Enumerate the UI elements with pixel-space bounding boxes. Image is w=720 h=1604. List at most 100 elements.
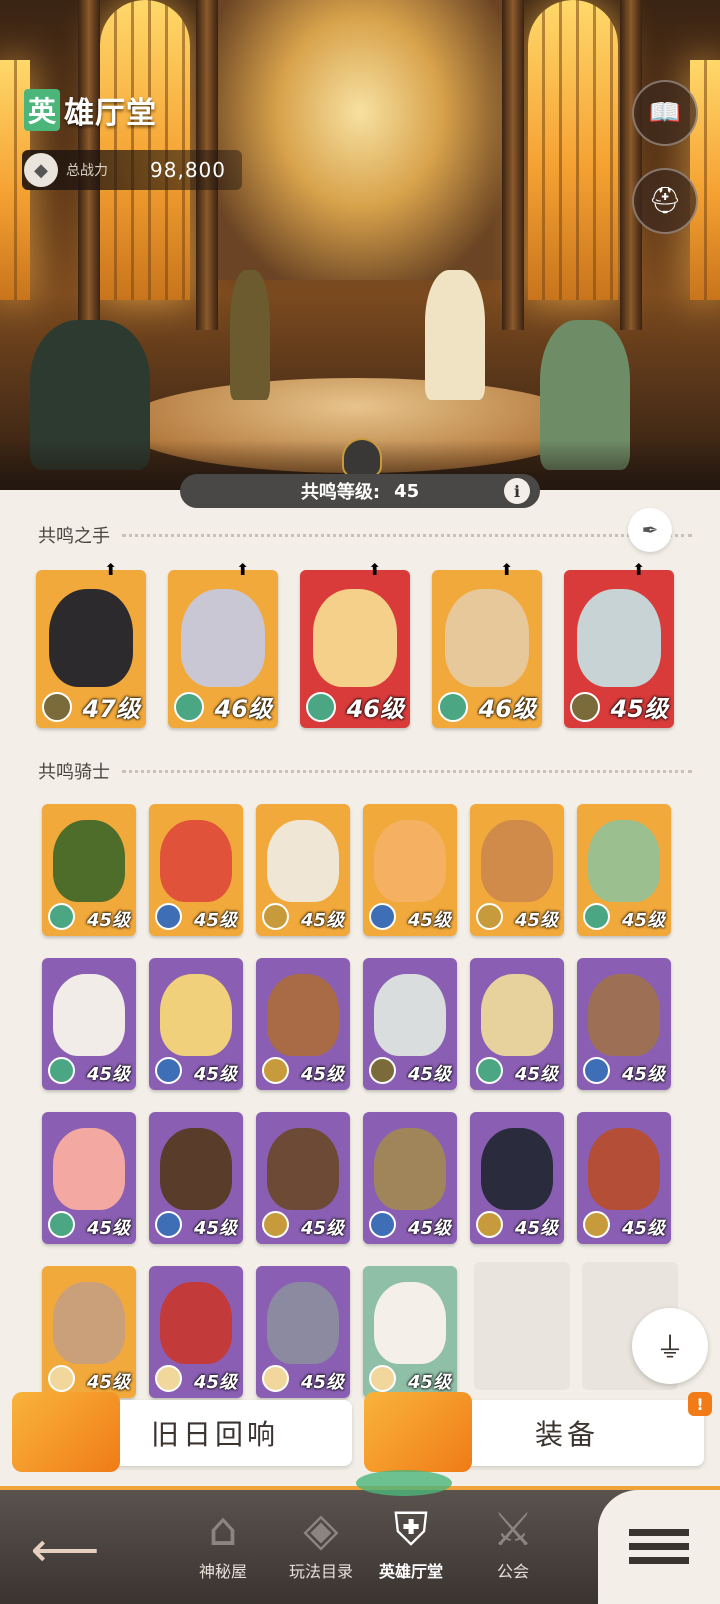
hero-card[interactable]: 45级 xyxy=(256,958,350,1090)
nav-label: 神秘屋 xyxy=(198,1562,247,1581)
section-divider xyxy=(122,769,692,773)
hero-card[interactable]: 47级 xyxy=(36,570,146,728)
menu-icon xyxy=(629,1529,689,1565)
nav-item-guild[interactable]: ⚔ 公会 xyxy=(458,1500,568,1600)
hero-card[interactable]: 45级 xyxy=(577,1112,671,1244)
hero-level: 45级 xyxy=(300,1372,344,1393)
stained-glass-heroes xyxy=(215,0,505,280)
hero-card[interactable]: 45级 xyxy=(470,1112,564,1244)
hero-portrait xyxy=(374,1281,446,1364)
hero-portrait xyxy=(53,1281,125,1364)
hero-portrait xyxy=(160,1281,232,1364)
faction-icon xyxy=(155,1057,182,1084)
nav-item-mystery-house[interactable]: ⌂ 神秘屋 xyxy=(168,1500,278,1600)
hero-card[interactable]: 45级 xyxy=(42,804,136,936)
hero-hall-icon: ⛨ xyxy=(393,1502,429,1556)
hero-card[interactable]: 45级 xyxy=(363,1112,457,1244)
hero-level: 45级 xyxy=(514,1218,558,1239)
mystery-house-icon: ⌂ xyxy=(208,1502,238,1556)
nav-label: 英雄厅堂 xyxy=(378,1562,443,1581)
bottom-nav: ⟵ ⌂ 神秘屋 ◈ 玩法目录 ⛨ 英雄厅堂 ⚔ 公会 xyxy=(0,1470,720,1604)
hero-card[interactable]: 45级 xyxy=(42,958,136,1090)
hero-portrait xyxy=(374,973,446,1056)
hero-level: 46级 xyxy=(214,695,272,723)
journal-button[interactable]: 📖 xyxy=(632,80,698,146)
hero-level: 45级 xyxy=(300,910,344,931)
stained-window-right-edge xyxy=(690,60,720,300)
total-power-label: 总战力 xyxy=(66,163,108,179)
hero-card[interactable]: 45级 xyxy=(149,958,243,1090)
level-up-arrow-icon[interactable]: ⬆ xyxy=(368,560,381,579)
hero-level: 45级 xyxy=(621,910,665,931)
hero-card[interactable]: 46级 xyxy=(168,570,278,728)
hero-card[interactable]: 45级 xyxy=(256,1266,350,1398)
hero-card[interactable]: 45级 xyxy=(577,804,671,936)
level-up-arrow-icon[interactable]: ⬆ xyxy=(500,560,513,579)
hero-level: 45级 xyxy=(514,910,558,931)
hero-portrait xyxy=(588,1127,660,1210)
hero-hall-banner: 英 雄厅堂 ◆ 总战力 98,800 📖 ⛑ xyxy=(0,0,720,490)
resonance-level-value: 45 xyxy=(394,480,420,502)
hero-card[interactable]: 45级 xyxy=(564,570,674,728)
hero-card[interactable]: 46级 xyxy=(432,570,542,728)
level-up-arrow-icon[interactable]: ⬆ xyxy=(236,560,249,579)
filter-button[interactable]: ⏚ xyxy=(632,1308,708,1384)
resonance-level-bar: 共鸣等级: 45 i xyxy=(180,474,540,508)
faction-icon xyxy=(262,1057,289,1084)
hero-card[interactable]: 45级 xyxy=(470,804,564,936)
hero-portrait xyxy=(374,1127,446,1210)
faction-icon xyxy=(48,903,75,930)
hero-level: 45级 xyxy=(610,695,668,723)
hero-card[interactable]: 45级 xyxy=(42,1112,136,1244)
faction-icon xyxy=(583,1211,610,1238)
hero-card[interactable]: 45级 xyxy=(256,804,350,936)
hero-portrait xyxy=(313,588,397,687)
menu-button[interactable] xyxy=(598,1490,720,1604)
empty-knight-slot[interactable] xyxy=(474,1262,570,1390)
hero-card[interactable]: 45级 xyxy=(470,958,564,1090)
back-arrow-icon[interactable]: ⟵ xyxy=(20,1510,110,1590)
hero-portrait xyxy=(588,819,660,902)
faction-icon xyxy=(583,1057,610,1084)
resonance-knights-header: 共鸣骑士 xyxy=(38,758,692,784)
faction-icon xyxy=(42,692,72,722)
hero-level: 47级 xyxy=(82,695,140,723)
hero-level: 45级 xyxy=(300,1218,344,1239)
echoes-of-past-button[interactable]: 旧日回响 xyxy=(12,1392,352,1472)
hero-portrait xyxy=(160,1127,232,1210)
faction-icon xyxy=(583,903,610,930)
hero-card[interactable]: 46级 xyxy=(300,570,410,728)
total-power-value: 98,800 xyxy=(150,158,226,182)
level-up-arrow-icon[interactable]: ⬆ xyxy=(632,560,645,579)
hero-card[interactable]: 45级 xyxy=(363,804,457,936)
hero-portrait xyxy=(53,1127,125,1210)
hero-card[interactable]: 45级 xyxy=(149,1112,243,1244)
hero-level: 45级 xyxy=(193,1218,237,1239)
nav-item-hero-hall[interactable]: ⛨ 英雄厅堂 xyxy=(356,1500,466,1600)
faction-icon xyxy=(155,1365,182,1392)
hero-portrait xyxy=(267,1127,339,1210)
hero-card[interactable]: 45级 xyxy=(149,1266,243,1398)
hero-card[interactable]: 45级 xyxy=(256,1112,350,1244)
nav-label: 公会 xyxy=(496,1562,529,1581)
hero-card[interactable]: 45级 xyxy=(363,958,457,1090)
faction-icon xyxy=(48,1211,75,1238)
section-divider xyxy=(122,533,692,537)
hero-card[interactable]: 45级 xyxy=(363,1266,457,1398)
faction-icon xyxy=(306,692,336,722)
hero-level: 45级 xyxy=(407,910,451,931)
helmets-icon: ⛑ xyxy=(648,186,682,216)
hero-card[interactable]: 45级 xyxy=(42,1266,136,1398)
hero-card[interactable]: 45级 xyxy=(149,804,243,936)
quill-button[interactable]: ✒ xyxy=(628,508,672,552)
faction-icon xyxy=(155,903,182,930)
hero-level: 45级 xyxy=(193,1372,237,1393)
helmets-button[interactable]: ⛑ xyxy=(632,168,698,234)
equipment-button[interactable]: 装备 xyxy=(364,1392,704,1472)
faction-icon xyxy=(369,1211,396,1238)
level-up-arrow-icon[interactable]: ⬆ xyxy=(104,560,117,579)
info-icon[interactable]: i xyxy=(504,478,530,504)
quill-icon: ✒ xyxy=(641,518,659,542)
hero-card[interactable]: 45级 xyxy=(577,958,671,1090)
hero-portrait xyxy=(445,588,529,687)
